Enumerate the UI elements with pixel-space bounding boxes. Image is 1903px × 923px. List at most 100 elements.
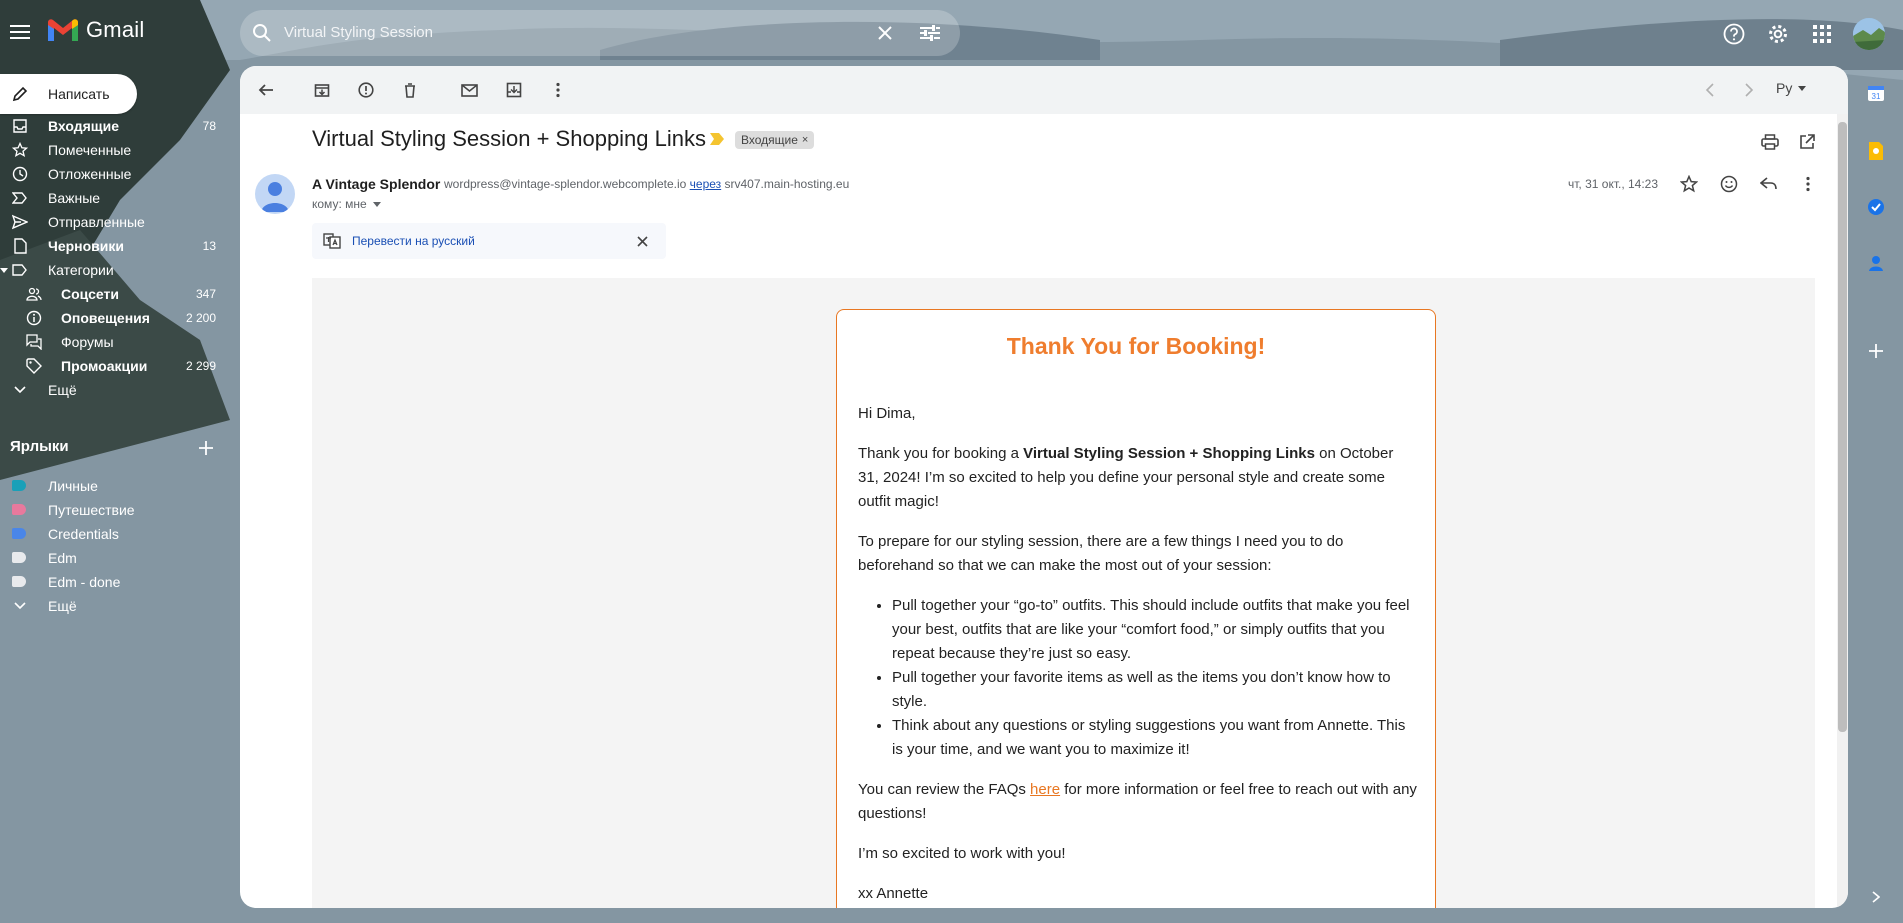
- print-button[interactable]: [1758, 130, 1782, 154]
- open-new-window-button[interactable]: [1795, 130, 1819, 154]
- label-icon: [12, 264, 27, 276]
- label-item[interactable]: Путешествие: [0, 498, 222, 522]
- sidebar-item-label: Отправленные: [48, 214, 145, 230]
- pencil-icon: [12, 86, 28, 102]
- archive-button[interactable]: [310, 78, 334, 102]
- sidebar-item[interactable]: Важные: [0, 186, 222, 210]
- newer-button[interactable]: [1698, 78, 1722, 102]
- label-item[interactable]: Личные: [0, 474, 222, 498]
- sidebar-item[interactable]: Входящие 78: [0, 114, 222, 138]
- mark-unread-button[interactable]: [458, 78, 482, 102]
- inbox-chip-label: Входящие: [741, 133, 798, 147]
- message-more-button[interactable]: [1796, 172, 1820, 196]
- print-icon: [1761, 134, 1779, 150]
- sidebar-item[interactable]: Промоакции 2 299: [0, 354, 222, 378]
- close-translate-button[interactable]: [634, 233, 650, 249]
- via-link[interactable]: через: [690, 177, 722, 191]
- recipients-toggle[interactable]: кому: мне: [312, 197, 381, 211]
- importance-marker-icon[interactable]: [710, 133, 724, 145]
- sidebar-item-label: Помеченные: [48, 142, 132, 158]
- sidebar-item-label: Оповещения: [61, 310, 150, 326]
- move-to-button[interactable]: [502, 78, 526, 102]
- inbox-icon: [13, 119, 27, 133]
- sidebar-item-label: Важные: [48, 190, 101, 206]
- search-bar[interactable]: Virtual Styling Session: [240, 10, 960, 56]
- sidebar-item[interactable]: Ещё: [0, 378, 222, 402]
- chevron-down-icon: [14, 602, 26, 610]
- label-item[interactable]: Credentials: [0, 522, 222, 546]
- gmail-logo[interactable]: Gmail: [46, 17, 144, 43]
- sidebar-item[interactable]: Оповещения 2 200: [0, 306, 222, 330]
- trash-icon: [405, 83, 415, 98]
- contacts-app-button[interactable]: [1861, 248, 1891, 278]
- compose-button[interactable]: Написать: [0, 74, 137, 114]
- apps-button[interactable]: [1808, 20, 1836, 48]
- apps-grid-icon: [1813, 25, 1831, 43]
- report-spam-button[interactable]: [354, 78, 378, 102]
- label-item[interactable]: Edm - done: [0, 570, 222, 594]
- search-options-button[interactable]: [918, 21, 942, 45]
- sender-meta: wordpress@vintage-splendor.webcomplete.i…: [444, 177, 849, 191]
- message-toolbar: Ру: [240, 66, 1848, 114]
- message-pane: Ру Virtual Styling Session + Shopping Li…: [240, 66, 1848, 908]
- smiley-icon: [1720, 175, 1738, 193]
- sidebar-item-count: 2 200: [185, 311, 216, 325]
- label-name: Credentials: [48, 526, 119, 542]
- help-icon: [1723, 23, 1745, 45]
- translate-link[interactable]: Перевести на русский: [352, 234, 475, 248]
- label-item[interactable]: Edm: [0, 546, 222, 570]
- support-button[interactable]: [1720, 20, 1748, 48]
- reply-button[interactable]: [1757, 172, 1781, 196]
- bullet-item: Think about any questions or styling sug…: [892, 714, 1418, 762]
- sidebar-item[interactable]: Отправленные: [0, 210, 222, 234]
- email-card: Thank You for Booking! Hi Dima, Thank yo…: [836, 309, 1436, 908]
- sender-name[interactable]: A Vintage Splendor: [312, 176, 440, 192]
- delete-button[interactable]: [398, 78, 422, 102]
- add-label-button[interactable]: [196, 438, 216, 458]
- sidebar-item[interactable]: Категории: [0, 258, 222, 282]
- sidebar-item[interactable]: Соцсети 347: [0, 282, 222, 306]
- sidebar-item-count: 13: [202, 239, 216, 253]
- account-avatar[interactable]: [1853, 18, 1885, 50]
- sidebar-item[interactable]: Помеченные: [0, 138, 222, 162]
- get-addons-button[interactable]: [1861, 336, 1891, 366]
- older-button[interactable]: [1737, 78, 1761, 102]
- settings-button[interactable]: [1764, 20, 1792, 48]
- caret-down-icon: [0, 268, 8, 273]
- label-color-icon: [12, 528, 26, 539]
- person-icon: [261, 182, 289, 212]
- p1-bold: Virtual Styling Session + Shopping Links: [1023, 445, 1315, 462]
- emoji-reaction-button[interactable]: [1717, 172, 1741, 196]
- p3-start: You can review the FAQs: [858, 781, 1031, 798]
- language-select[interactable]: Ру: [1776, 80, 1807, 96]
- message-subject: Virtual Styling Session + Shopping Links: [312, 126, 707, 151]
- clear-search-button[interactable]: [873, 21, 897, 45]
- remove-label-icon[interactable]: ×: [802, 134, 808, 146]
- more-vert-icon: [556, 82, 560, 98]
- label-item[interactable]: Ещё: [0, 594, 222, 618]
- draft-icon: [14, 238, 27, 254]
- star-button[interactable]: [1677, 172, 1701, 196]
- scrollbar-thumb[interactable]: [1838, 122, 1847, 732]
- calendar-app-button[interactable]: 31: [1861, 78, 1891, 108]
- keep-app-button[interactable]: [1861, 136, 1891, 166]
- sidebar-item[interactable]: Форумы: [0, 330, 222, 354]
- via-host: srv407.main-hosting.eu: [724, 177, 850, 191]
- label-name: Личные: [48, 478, 98, 494]
- more-actions-button[interactable]: [546, 78, 570, 102]
- bullet-item: Pull together your favorite items as wel…: [892, 666, 1418, 714]
- main-menu-button[interactable]: [4, 16, 36, 48]
- sidebar-item-label: Категории: [48, 262, 114, 278]
- back-button[interactable]: [254, 78, 278, 102]
- expand-side-panel-button[interactable]: [1861, 882, 1891, 912]
- search-input[interactable]: Virtual Styling Session: [284, 24, 433, 41]
- faq-link[interactable]: here: [1030, 781, 1060, 798]
- sidebar-item-label: Форумы: [61, 334, 114, 350]
- tasks-app-button[interactable]: [1861, 192, 1891, 222]
- label-color-icon: [12, 504, 26, 515]
- sender-avatar[interactable]: [255, 174, 295, 214]
- sidebar-item[interactable]: Черновики 13: [0, 234, 222, 258]
- sidebar-item[interactable]: Отложенные: [0, 162, 222, 186]
- email-bullets: Pull together your “go-to” outfits. This…: [858, 594, 1418, 762]
- sidebar-item-count: 2 299: [185, 359, 216, 373]
